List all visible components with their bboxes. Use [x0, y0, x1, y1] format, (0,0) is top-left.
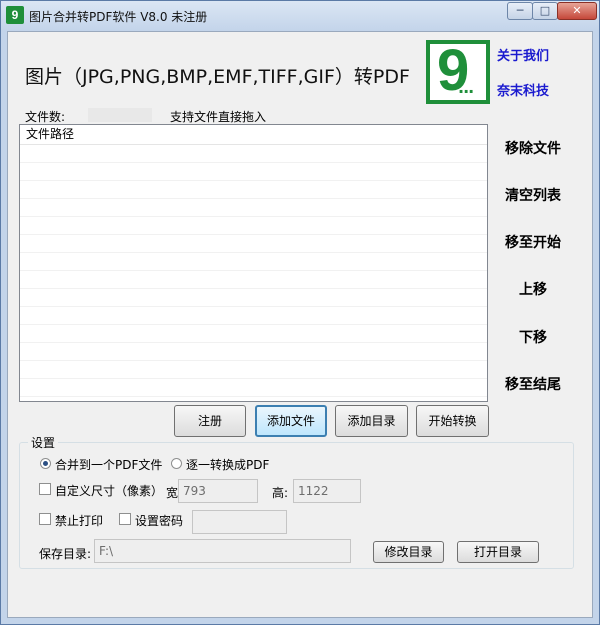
- merge-one-pdf-radio[interactable]: [40, 458, 51, 469]
- add-file-button[interactable]: 添加文件: [255, 405, 327, 437]
- remove-file-button[interactable]: 移除文件: [497, 138, 569, 158]
- page-title: 图片（JPG,PNG,BMP,EMF,TIFF,GIF）转PDF: [25, 66, 410, 88]
- convert-each-radio[interactable]: [171, 458, 182, 469]
- app-logo-icon: 9: [6, 6, 24, 24]
- list-item: [20, 271, 487, 289]
- open-dir-button[interactable]: 打开目录: [457, 541, 539, 563]
- list-item: [20, 343, 487, 361]
- window-title: 图片合并转PDF软件 V8.0 未注册: [29, 10, 208, 24]
- file-list[interactable]: 文件路径: [19, 124, 488, 402]
- set-password-label[interactable]: 设置密码: [135, 512, 183, 529]
- file-count-label: 文件数:: [25, 110, 66, 124]
- move-up-button[interactable]: 上移: [497, 279, 569, 299]
- company-link[interactable]: 奈末科技: [497, 80, 549, 99]
- list-item: [20, 163, 487, 181]
- settings-title: 设置: [28, 434, 59, 451]
- main-panel: 图片（JPG,PNG,BMP,EMF,TIFF,GIF）转PDF 9 ... 关…: [7, 31, 593, 618]
- minimize-button[interactable]: ─: [507, 2, 533, 20]
- logo-dots: ...: [458, 78, 474, 97]
- drag-drop-hint: 支持文件直接拖入: [170, 110, 267, 124]
- clear-list-button[interactable]: 清空列表: [497, 185, 569, 205]
- list-item: [20, 289, 487, 307]
- list-item: [20, 307, 487, 325]
- modify-dir-button[interactable]: 修改目录: [373, 541, 444, 563]
- list-item: [20, 217, 487, 235]
- register-button[interactable]: 注册: [174, 405, 246, 437]
- logo-frame: 9 ...: [430, 38, 486, 103]
- move-down-button[interactable]: 下移: [497, 327, 569, 347]
- list-item: [20, 181, 487, 199]
- list-item: [20, 199, 487, 217]
- start-convert-button[interactable]: 开始转换: [416, 405, 489, 437]
- list-item: [20, 379, 487, 397]
- merge-one-pdf-label[interactable]: 合并到一个PDF文件: [55, 456, 162, 473]
- list-item: [20, 235, 487, 253]
- password-input[interactable]: [192, 510, 287, 534]
- width-input[interactable]: 793: [178, 479, 258, 503]
- column-header-file-path[interactable]: 文件路径: [20, 125, 487, 145]
- height-input[interactable]: 1122: [293, 479, 361, 503]
- list-item: [20, 253, 487, 271]
- close-button[interactable]: ✕: [557, 2, 597, 20]
- list-item: [20, 361, 487, 379]
- app-window: 9 图片合并转PDF软件 V8.0 未注册 ─ □ ✕ 图片（JPG,PNG,B…: [0, 0, 600, 625]
- maximize-button[interactable]: □: [532, 2, 558, 20]
- move-to-end-button[interactable]: 移至结尾: [497, 374, 569, 394]
- set-password-checkbox[interactable]: [119, 513, 131, 525]
- save-dir-input[interactable]: F:\: [94, 539, 351, 563]
- list-item: [20, 145, 487, 163]
- file-count-value: [88, 108, 152, 122]
- list-item: [20, 397, 487, 401]
- no-print-label[interactable]: 禁止打印: [55, 512, 103, 529]
- title-bar[interactable]: 9 图片合并转PDF软件 V8.0 未注册 ─ □ ✕: [1, 1, 599, 31]
- custom-size-label[interactable]: 自定义尺寸（像素）: [55, 482, 163, 499]
- add-directory-button[interactable]: 添加目录: [335, 405, 408, 437]
- list-item: [20, 325, 487, 343]
- save-dir-label: 保存目录:: [39, 547, 92, 561]
- company-logo: 9 ...: [426, 38, 490, 104]
- no-print-checkbox[interactable]: [39, 513, 51, 525]
- move-to-start-button[interactable]: 移至开始: [497, 232, 569, 252]
- height-label: 高:: [272, 486, 289, 500]
- about-us-link[interactable]: 关于我们: [497, 45, 549, 64]
- custom-size-checkbox[interactable]: [39, 483, 51, 495]
- convert-each-label[interactable]: 逐一转换成PDF: [186, 456, 269, 473]
